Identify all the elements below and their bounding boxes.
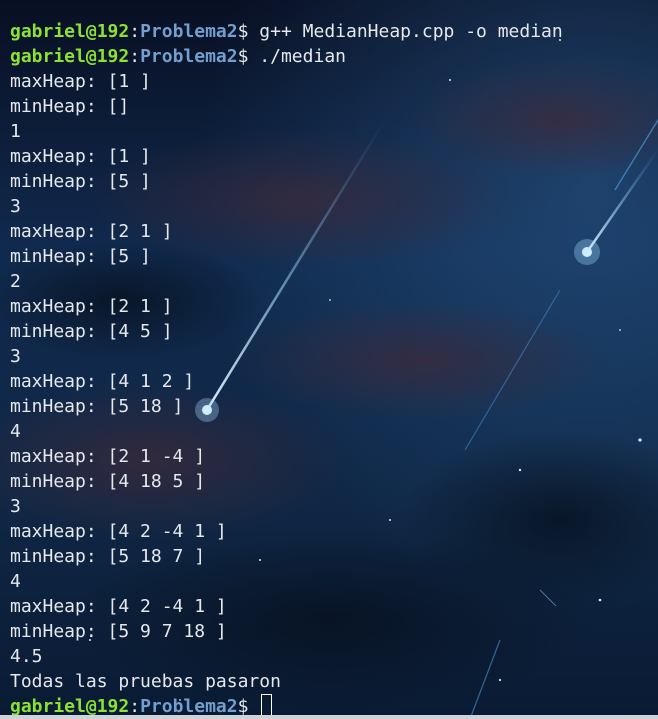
prompt-symbol: $: [237, 696, 260, 717]
output-line: maxHeap: [2 1 -4 ]: [10, 446, 206, 467]
prompt-line-run: gabriel@192:Problema2$ ./median: [10, 44, 650, 69]
output-line: 1: [10, 121, 21, 142]
output-line: minHeap: [5 ]: [10, 171, 151, 192]
output-line: maxHeap: [1 ]: [10, 146, 151, 167]
command-text: g++ MedianHeap.cpp -o median: [259, 21, 563, 42]
prompt-symbol: $: [237, 46, 260, 67]
output-line: maxHeap: [4 2 -4 1 ]: [10, 596, 227, 617]
output-line: minHeap: [5 18 ]: [10, 396, 184, 417]
text-cursor[interactable]: [261, 694, 273, 716]
output-line: 4.5: [10, 646, 43, 667]
output-line: minHeap: [5 ]: [10, 246, 151, 267]
output-line: 4: [10, 571, 21, 592]
window-bottom-edge: [0, 715, 658, 719]
prompt-path: Problema2: [140, 696, 238, 717]
output-line: minHeap: [5 9 7 18 ]: [10, 621, 227, 642]
output-line: maxHeap: [1 ]: [10, 71, 151, 92]
output-line: maxHeap: [2 1 ]: [10, 296, 173, 317]
prompt-user-host: gabriel@192: [10, 696, 130, 717]
terminal-window[interactable]: gabriel@192:Problema2$ g++ MedianHeap.cp…: [10, 0, 650, 719]
output-line: minHeap: [5 18 7 ]: [10, 546, 206, 567]
prompt-separator: :: [129, 46, 141, 67]
output-line: 3: [10, 496, 21, 517]
prompt-path: Problema2: [140, 21, 238, 42]
output-line: 3: [10, 196, 21, 217]
terminal-scrolled-line: [10, 0, 650, 19]
prompt-path: Problema2: [140, 46, 238, 67]
prompt-user-host: gabriel@192: [10, 46, 130, 67]
prompt-symbol: $: [237, 21, 260, 42]
output-line: 3: [10, 346, 21, 367]
output-line: Todas las pruebas pasaron: [10, 671, 281, 692]
output-line: maxHeap: [4 1 2 ]: [10, 371, 195, 392]
output-line: 2: [10, 271, 21, 292]
output-line: minHeap: [4 18 5 ]: [10, 471, 206, 492]
prompt-user-host: gabriel@192: [10, 21, 130, 42]
prompt-separator: :: [129, 21, 141, 42]
prompt-line-compile: gabriel@192:Problema2$ g++ MedianHeap.cp…: [10, 19, 650, 44]
output-line: maxHeap: [4 2 -4 1 ]: [10, 521, 227, 542]
command-text: ./median: [259, 46, 346, 67]
output-line: maxHeap: [2 1 ]: [10, 221, 173, 242]
prompt-separator: :: [129, 696, 141, 717]
output-line: minHeap: []: [10, 96, 130, 117]
output-line: minHeap: [4 5 ]: [10, 321, 173, 342]
output-line: 4: [10, 421, 21, 442]
